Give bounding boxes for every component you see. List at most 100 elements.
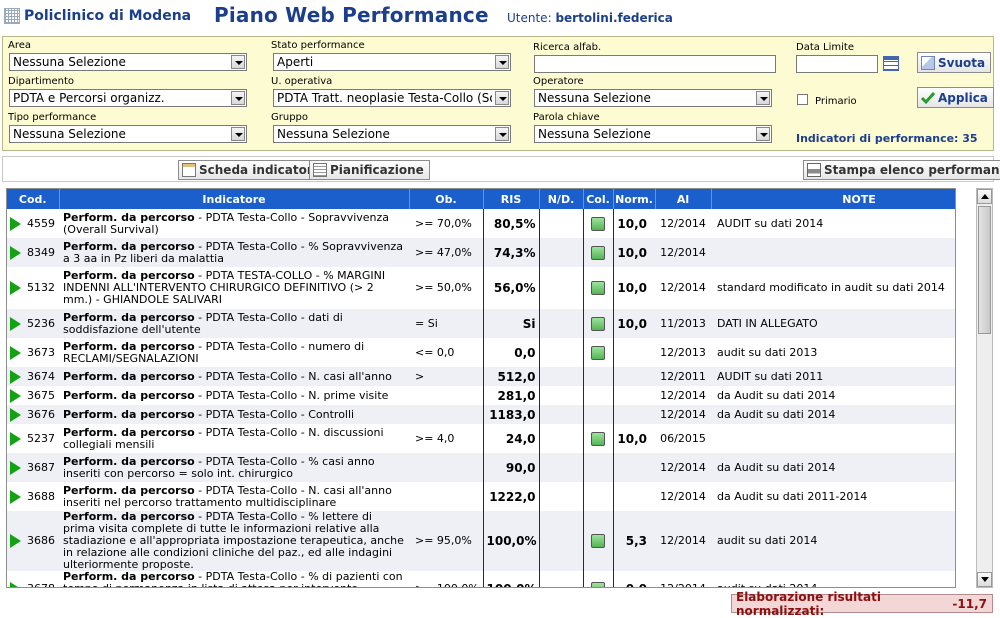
header-cod[interactable]: Cod. bbox=[7, 189, 60, 209]
cell-note: da Audit su dati 2011-2014 bbox=[711, 482, 955, 511]
play-icon[interactable] bbox=[10, 345, 21, 360]
cell-ris: 80,5% bbox=[482, 209, 540, 238]
chevron-down-icon[interactable] bbox=[495, 127, 509, 141]
table-row[interactable]: 3678Perform. da percorso - PDTA Testa-Co… bbox=[7, 571, 955, 587]
table-row[interactable]: 3687 Perform. da percorso - PDTA Testa-Co… bbox=[7, 453, 955, 482]
table-row[interactable]: 8349 Perform. da percorso - PDTA Testa-Co… bbox=[7, 238, 955, 267]
play-icon[interactable] bbox=[10, 489, 21, 504]
chevron-down-icon[interactable] bbox=[231, 91, 245, 105]
stato-select[interactable]: Aperti bbox=[273, 53, 511, 71]
indicator-prefix: Perform. da percorso bbox=[63, 388, 195, 402]
applica-button[interactable]: Applica bbox=[917, 87, 994, 108]
play-icon[interactable] bbox=[10, 431, 21, 446]
cell-norm: 10,0 bbox=[613, 209, 655, 238]
stampa-button[interactable]: Stampa elenco performance bbox=[803, 160, 1000, 180]
table-row[interactable]: 5132 Perform. da percorso - PDTA TESTA-CO… bbox=[7, 267, 955, 309]
table-row[interactable]: 3673 Perform. da percorso - PDTA Testa-Co… bbox=[7, 338, 955, 367]
play-icon[interactable] bbox=[10, 407, 21, 422]
chevron-down-icon[interactable] bbox=[756, 127, 770, 141]
cell-ob: = Si bbox=[409, 309, 483, 338]
cell-cod: 4559 bbox=[7, 209, 59, 238]
cell-cod: 3675 bbox=[7, 386, 59, 405]
chevron-down-icon[interactable] bbox=[495, 55, 509, 69]
cell-col bbox=[583, 309, 614, 338]
cell-nd bbox=[539, 482, 584, 511]
play-icon[interactable] bbox=[10, 216, 21, 231]
table-row[interactable]: 3674 Perform. da percorso - PDTA Testa-Co… bbox=[7, 367, 955, 386]
cell-ris: 0,0 bbox=[482, 338, 540, 367]
u-operativa-select[interactable]: PDTA Tratt. neoplasie Testa-Collo (Sovr bbox=[273, 89, 511, 107]
chevron-down-icon[interactable] bbox=[231, 55, 245, 69]
cell-col bbox=[583, 238, 614, 267]
cell-col bbox=[583, 209, 614, 238]
chevron-down-icon[interactable] bbox=[756, 91, 770, 105]
cell-nd bbox=[539, 405, 584, 424]
cell-note bbox=[711, 238, 955, 267]
cell-norm bbox=[613, 405, 655, 424]
cell-nd bbox=[539, 338, 584, 367]
scroll-up-icon[interactable] bbox=[977, 189, 992, 204]
chevron-down-icon[interactable] bbox=[231, 127, 245, 141]
header-norm[interactable]: Norm. bbox=[613, 189, 656, 209]
cell-al: 12/2014 bbox=[655, 511, 711, 571]
calendar-icon[interactable] bbox=[883, 56, 899, 71]
play-icon[interactable] bbox=[10, 582, 21, 587]
play-icon[interactable] bbox=[10, 534, 21, 548]
header-nd[interactable]: N/D. bbox=[539, 189, 584, 209]
pianificazione-button[interactable]: Pianificazione bbox=[309, 160, 430, 180]
cell-norm: 0,0 bbox=[613, 571, 655, 587]
table-row[interactable]: 5237 Perform. da percorso - PDTA Testa-Co… bbox=[7, 424, 955, 453]
gruppo-select[interactable]: Nessuna Selezione bbox=[273, 125, 511, 143]
scroll-down-icon[interactable] bbox=[977, 572, 992, 587]
ricerca-input[interactable] bbox=[534, 55, 776, 73]
status-green-icon bbox=[591, 345, 605, 360]
operatore-select[interactable]: Nessuna Selezione bbox=[534, 89, 772, 107]
header-al[interactable]: Al bbox=[655, 189, 712, 209]
play-icon[interactable] bbox=[10, 245, 21, 260]
play-icon[interactable] bbox=[10, 460, 21, 475]
header-indicatore[interactable]: Indicatore bbox=[59, 189, 410, 209]
play-icon[interactable] bbox=[10, 369, 21, 384]
play-icon[interactable] bbox=[10, 281, 21, 295]
document-icon bbox=[182, 163, 196, 177]
header-note[interactable]: NOTE bbox=[711, 189, 955, 209]
table-row[interactable]: 4559 Perform. da percorso - PDTA Testa-Co… bbox=[7, 209, 955, 238]
result-label: Elaborazione risultati normalizzati: bbox=[736, 589, 881, 618]
cell-nd bbox=[539, 367, 584, 386]
indicatori-count: Indicatori di performance: 35 bbox=[796, 132, 978, 145]
chevron-down-icon[interactable] bbox=[495, 91, 509, 105]
svuota-button[interactable]: Svuota bbox=[917, 52, 992, 73]
cell-ob: >= 47,0% bbox=[409, 238, 483, 267]
cell-nd bbox=[539, 511, 584, 571]
cell-cod: 3673 bbox=[7, 338, 59, 367]
area-select[interactable]: Nessuna Selezione bbox=[9, 53, 247, 71]
header-col[interactable]: Col. bbox=[583, 189, 614, 209]
parola-select[interactable]: Nessuna Selezione bbox=[534, 125, 772, 143]
header-ris[interactable]: RIS bbox=[483, 189, 540, 209]
table-scrollbar[interactable] bbox=[976, 188, 993, 588]
cell-norm bbox=[613, 482, 655, 511]
header-ob[interactable]: Ob. bbox=[409, 189, 484, 209]
tipo-select[interactable]: Nessuna Selezione bbox=[9, 125, 247, 143]
table-row[interactable]: 3686 Perform. da percorso - PDTA Testa-Co… bbox=[7, 511, 955, 571]
table-row[interactable]: 3676 Perform. da percorso - PDTA Testa-Co… bbox=[7, 405, 955, 424]
cell-cod: 3674 bbox=[7, 367, 59, 386]
data-limite-input[interactable] bbox=[796, 55, 878, 73]
dipartimento-select[interactable]: PDTA e Percorsi organizz. bbox=[9, 89, 247, 107]
cell-col bbox=[583, 367, 614, 386]
play-icon[interactable] bbox=[10, 388, 21, 403]
table-row[interactable]: 3675 Perform. da percorso - PDTA Testa-Co… bbox=[7, 386, 955, 405]
scheda-indicatore-button[interactable]: Scheda indicatore bbox=[178, 160, 327, 180]
cell-col bbox=[583, 571, 614, 587]
play-icon[interactable] bbox=[10, 316, 21, 331]
result-value: -11,7 bbox=[952, 596, 987, 611]
cell-norm bbox=[613, 453, 655, 482]
gruppo-label: Gruppo bbox=[271, 112, 309, 123]
scroll-thumb[interactable] bbox=[978, 206, 991, 334]
primario-checkbox[interactable] bbox=[797, 94, 808, 105]
cell-ris: 100,0% bbox=[482, 571, 540, 587]
cell-indicatore: Perform. da percorso - PDTA Testa-Collo … bbox=[59, 367, 409, 386]
table-row[interactable]: 5236 Perform. da percorso - PDTA Testa-Co… bbox=[7, 309, 955, 338]
table-row[interactable]: 3688 Perform. da percorso - PDTA Testa-Co… bbox=[7, 482, 955, 511]
cell-al: 12/2014 bbox=[655, 386, 711, 405]
